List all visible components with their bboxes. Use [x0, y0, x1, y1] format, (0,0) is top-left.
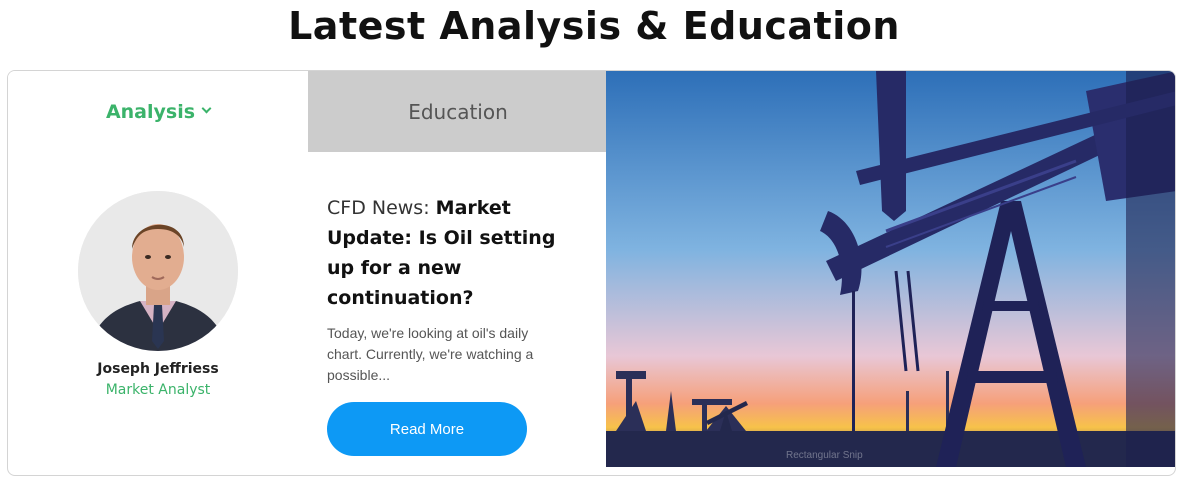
tab-analysis-label: Analysis	[105, 100, 196, 123]
article-prefix: CFD News:	[327, 197, 436, 219]
content-card: Analysis Education Joseph Jeffriess Mark…	[7, 70, 1176, 476]
author-name: Joseph Jeffriess	[97, 361, 219, 377]
page-title: Latest Analysis & Education	[288, 4, 900, 48]
avatar-portrait	[78, 191, 238, 351]
tab-analysis[interactable]: Analysis	[8, 71, 308, 152]
tab-education[interactable]: Education	[308, 71, 608, 152]
author-role: Market Analyst	[105, 382, 211, 398]
article-excerpt: Today, we're looking at oil's daily char…	[327, 325, 534, 383]
chevron-down-icon	[201, 103, 212, 114]
oil-pumpjack-illustration	[606, 71, 1175, 467]
author-block: Joseph Jeffriess Market Analyst	[8, 191, 308, 398]
avatar	[78, 191, 238, 351]
hero-caption: Rectangular Snip	[786, 450, 863, 461]
article-title[interactable]: CFD News: Market Update: Is Oil setting …	[327, 193, 557, 313]
read-more-button[interactable]: Read More	[327, 402, 527, 456]
article-block: CFD News: Market Update: Is Oil setting …	[327, 193, 557, 456]
hero-image-oil-pumpjacks: Rectangular Snip	[606, 71, 1175, 467]
tab-education-label: Education	[408, 99, 508, 124]
